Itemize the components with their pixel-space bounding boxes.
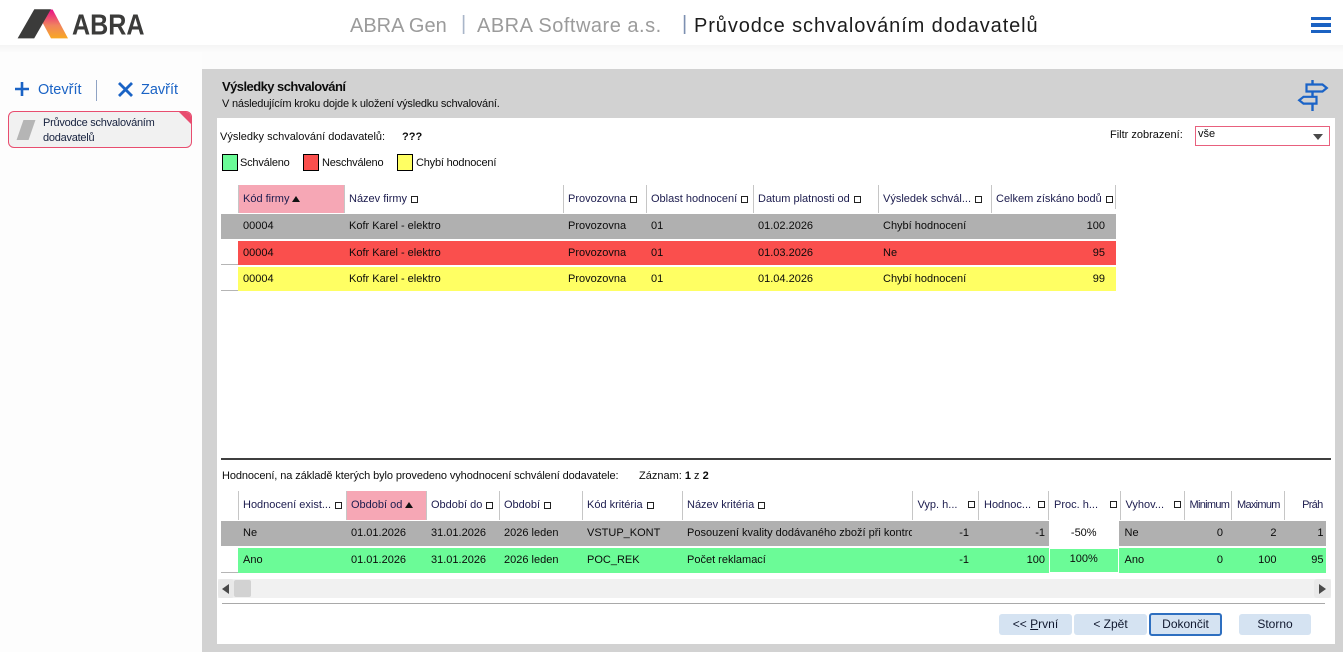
- svg-text:ABRA: ABRA: [72, 10, 145, 42]
